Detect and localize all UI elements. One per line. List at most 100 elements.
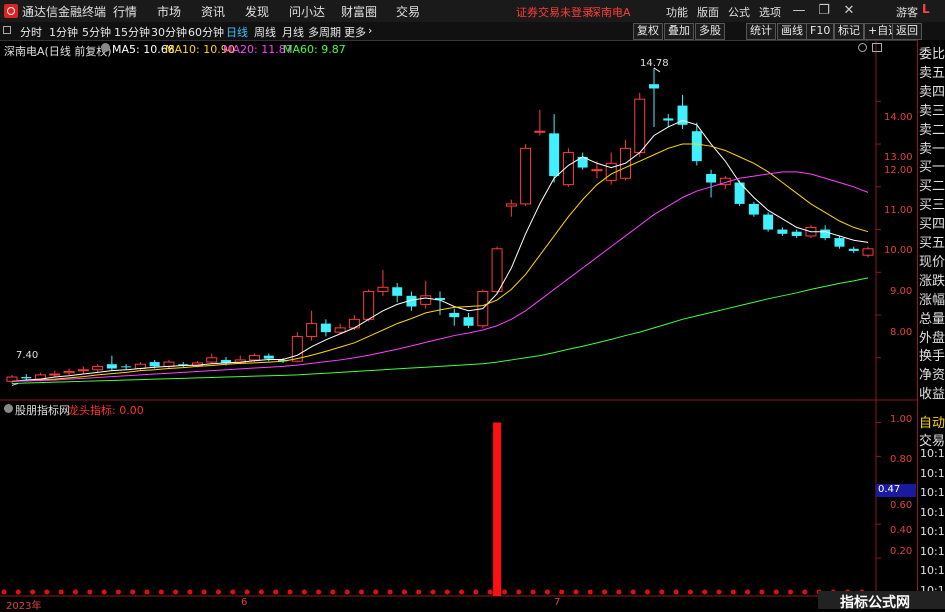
minimize-window-icon[interactable]: — [790,2,808,20]
quote-item-18: 收益 [919,387,945,403]
user-label[interactable]: 游客 [896,4,918,20]
quote-item-1: 卖五 [919,65,945,81]
menu-wenxiaoda[interactable]: 问小达 [289,3,325,20]
period-30min[interactable]: 30分钟 [151,24,187,40]
period-more[interactable]: 更多 [344,24,366,40]
x-label-june: 6 [241,597,248,608]
quote-item-16: 换手 [919,349,945,365]
x-axis-dot [659,589,665,595]
x-axis-dot [359,589,364,595]
menu-xuanxiang[interactable]: 选项 [759,4,781,20]
x-axis-dot [387,589,393,595]
candle-body-up [605,162,617,181]
candle-body-up [92,365,104,371]
tick-time-2: 10:17 [920,486,945,499]
candle-body-up [249,355,261,361]
quote-item-7: 买二 [919,179,945,195]
ma10-line [11,143,869,382]
tick-time-4: 10:17 [920,525,945,538]
x-axis-dot [544,589,550,595]
tick-time-0: 10:17 [920,447,945,460]
candle-body-up [634,98,646,154]
period-monthly[interactable]: 月线 [282,24,304,40]
close-window-icon[interactable]: ✕ [840,2,858,20]
candle-body-up [206,357,218,363]
menu-gongneng[interactable]: 功能 [666,4,688,20]
fuquan-button[interactable]: 复权 [633,23,663,40]
period-fenshi[interactable]: 分时 [20,24,42,40]
period-daily-active[interactable]: 日线 [226,24,248,40]
kline-chart[interactable] [0,40,917,609]
x-axis-dot [73,589,78,595]
period-weekly[interactable]: 周线 [254,24,276,40]
chart-title: 深南电A(日线 前复权) [4,45,112,58]
chart-maximize-icon[interactable] [872,43,882,52]
x-axis-dot [273,589,279,595]
menu-shichang[interactable]: 市场 [157,3,181,20]
x-axis-dot [101,589,107,595]
x-axis-dot [144,589,150,595]
candle-body-down [449,312,460,318]
x-axis-dot [516,589,522,595]
diejia-button[interactable]: 叠加 [664,23,694,40]
y-tick-9: 9.00 [890,286,913,297]
x-axis-dot [158,589,164,595]
x-axis-dot [258,589,264,595]
chart-option-icon[interactable] [858,43,867,52]
indicator-name: 股朋指标网 [15,404,70,417]
chart-settings-icon[interactable] [101,43,110,52]
indicator-current-value: 0.47 [876,484,916,497]
candle-body-up [591,169,603,172]
quote-item-10: 买五 [919,236,945,251]
x-axis-dot [44,589,50,595]
x-axis-dot [773,589,779,595]
y-tick-13: 13.00 [884,152,913,163]
menu-hangqing[interactable]: 行情 [113,3,137,20]
candle-body-up [534,130,546,133]
period-5min[interactable]: 5分钟 [82,24,111,40]
menu-caifuquan[interactable]: 财富圈 [341,3,377,20]
indicator-settings-icon[interactable] [4,404,13,413]
biaoji-button[interactable]: 标记 [834,23,864,40]
x-axis-dot [1,589,7,595]
f10-button[interactable]: F10 [806,23,835,40]
period-60min[interactable]: 60分钟 [188,24,224,40]
quote-item-15: 外盘 [919,330,945,346]
candle-body-down [706,173,717,183]
huaxian-button[interactable]: 画线 [777,23,807,40]
tongji-button[interactable]: 统计 [746,23,776,40]
menu-jiaoyi[interactable]: 交易 [396,3,420,20]
menu-banmian[interactable]: 版面 [697,4,719,20]
x-axis-dot [30,589,36,595]
menu-faxian[interactable]: 发现 [245,3,269,20]
period-15min[interactable]: 15分钟 [114,24,150,40]
x-axis-dot [401,589,407,595]
trade-status-notice[interactable]: 证券交易未登录 [516,4,593,20]
candle-body-up [520,147,532,205]
tick-time-6: 10:18 [920,564,945,577]
grid-icon[interactable] [3,26,11,34]
x-axis-dot [730,589,736,595]
back-button[interactable]: 返回 [892,23,922,40]
restore-window-icon[interactable]: ❐ [815,2,833,20]
auto-label[interactable]: 自动 [919,412,945,431]
more-chevron-icon[interactable]: › [368,24,372,37]
menu-zixun[interactable]: 资讯 [201,3,225,20]
candle-body-down [263,355,274,359]
menu-gongshi[interactable]: 公式 [728,4,750,20]
x-axis-dot [201,589,207,595]
x-axis-dot [373,589,379,595]
candle-body-up [491,248,503,293]
x-axis-dot [130,589,136,595]
x-axis-dot [316,589,322,595]
quote-item-9: 买四 [919,217,945,233]
period-1min[interactable]: 1分钟 [49,24,78,40]
x-axis-dot [487,589,493,595]
x-axis-dot [216,589,221,595]
period-multi[interactable]: 多周期 [308,24,341,40]
duogu-button[interactable]: 多股 [695,23,725,40]
app-name: 通达信金融终端 [22,5,107,19]
indicator-value-label: 龙头指标: 0.00 [68,404,144,417]
quote-item-14: 总量 [919,311,945,327]
quote-item-4: 卖二 [919,122,945,138]
